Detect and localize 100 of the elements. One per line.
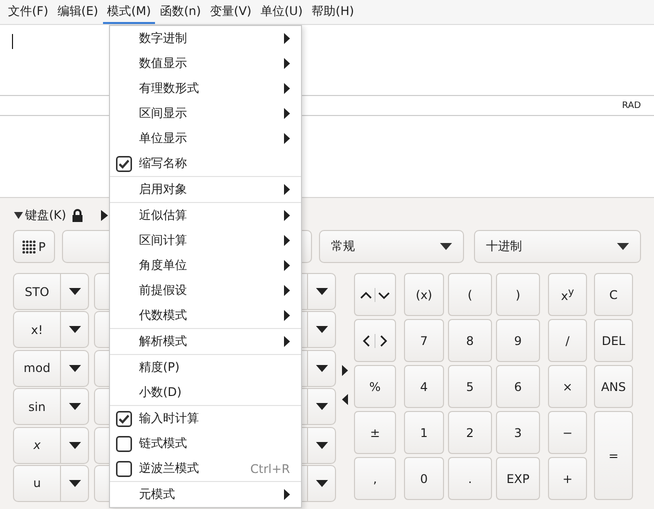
keypad-key[interactable]: ANS <box>594 365 633 408</box>
function-button[interactable]: STO <box>13 273 60 310</box>
dropdown-arrow-icon <box>617 243 629 250</box>
submenu-arrow-icon <box>284 336 290 347</box>
up-down-key[interactable] <box>354 273 396 316</box>
keypad-key[interactable]: 5 <box>448 365 492 408</box>
menu-item[interactable]: 小数(D) <box>110 380 301 405</box>
submenu-arrow-icon <box>284 133 290 144</box>
checkbox[interactable] <box>116 460 132 476</box>
menu-bar-item[interactable]: 帮助(H) <box>307 0 359 24</box>
caret-icon <box>68 480 80 487</box>
keypad-key[interactable]: ) <box>496 273 540 316</box>
menu-item[interactable]: 区间显示 <box>110 101 301 126</box>
menu-item[interactable]: 元模式 <box>110 482 301 507</box>
keypad-key[interactable]: . <box>448 457 492 500</box>
submenu-arrow-icon <box>284 235 290 246</box>
keypad-key[interactable]: − <box>548 411 587 454</box>
menu-item[interactable]: 有理数形式 <box>110 76 301 101</box>
keypad-key[interactable]: 7 <box>404 319 444 362</box>
menu-item[interactable]: 数字进制 <box>110 26 301 51</box>
keypad-key[interactable]: C <box>594 273 633 316</box>
dropdown-arrow-button[interactable] <box>307 350 336 387</box>
keypad-key[interactable]: = <box>594 411 633 500</box>
keypad-key[interactable]: , <box>354 457 396 500</box>
keypad-mode-button[interactable]: P <box>13 230 55 263</box>
menu-bar-item[interactable]: 函数(n) <box>155 0 206 24</box>
menu-item[interactable]: 逆波兰模式 Ctrl+R <box>110 456 301 481</box>
right-triangle-icon[interactable] <box>342 365 348 376</box>
keypad-key[interactable]: 0 <box>404 457 444 500</box>
menu-item[interactable]: 输入时计算 <box>110 406 301 431</box>
dropdown-arrow-button[interactable] <box>60 388 89 426</box>
keypad-key[interactable]: × <box>548 365 587 408</box>
lock-icon[interactable] <box>72 208 84 222</box>
submenu-arrow-icon <box>284 260 290 271</box>
text-cursor <box>12 34 13 49</box>
menu-item[interactable]: 单位显示 <box>110 126 301 151</box>
function-button[interactable]: u <box>13 464 60 502</box>
dropdown-arrow-button[interactable] <box>307 426 336 464</box>
menu-item[interactable]: 链式模式 <box>110 431 301 456</box>
keypad-key[interactable]: DEL <box>594 319 633 362</box>
submenu-arrow-icon <box>284 489 290 500</box>
keypad-key[interactable]: EXP <box>496 457 540 500</box>
keypad-key[interactable]: 8 <box>448 319 492 362</box>
dropdown-arrow-button[interactable] <box>307 464 336 502</box>
caret-icon <box>68 326 80 334</box>
dropdown[interactable]: 常规 <box>319 230 464 263</box>
dropdown-arrow-button[interactable] <box>60 311 89 348</box>
menu-item[interactable]: 代数模式 <box>110 303 301 328</box>
keypad-key[interactable]: 9 <box>496 319 540 362</box>
submenu-arrow-icon <box>284 58 290 69</box>
menu-bar-item[interactable]: 变量(V) <box>205 0 256 24</box>
keypad-key[interactable]: ( <box>448 273 492 316</box>
checkbox[interactable] <box>116 410 132 426</box>
collapse-triangle-icon[interactable] <box>14 212 23 218</box>
keypad-key[interactable]: 1 <box>404 411 444 454</box>
submenu-arrow-icon <box>284 310 290 321</box>
dropdown-arrow-button[interactable] <box>60 464 89 502</box>
menu-item[interactable]: 数值显示 <box>110 51 301 76</box>
caret-icon <box>68 364 80 372</box>
keypad-key[interactable]: (x) <box>404 273 444 316</box>
keypad-key[interactable]: 2 <box>448 411 492 454</box>
menu-item[interactable]: 启用对象 <box>110 177 301 202</box>
caret-icon <box>68 288 80 295</box>
menu-item[interactable]: 缩写名称 <box>110 151 301 176</box>
expand-triangle-icon[interactable] <box>101 210 108 220</box>
dropdown-arrow-button[interactable] <box>307 273 336 310</box>
checkbox[interactable] <box>116 156 132 172</box>
menu-bar-item[interactable]: 编辑(E) <box>52 0 103 24</box>
menu-item[interactable]: 前提假设 <box>110 278 301 303</box>
checkbox[interactable] <box>116 436 132 452</box>
left-triangle-icon[interactable] <box>342 394 348 405</box>
function-button[interactable]: x <box>13 426 60 464</box>
keypad-key[interactable]: 3 <box>496 411 540 454</box>
menu-bar-item[interactable]: 文件(F) <box>0 0 53 24</box>
keypad-key[interactable]: 6 <box>496 365 540 408</box>
keypad-toggle[interactable]: 键盘(K) <box>25 206 66 224</box>
function-button[interactable]: mod <box>13 350 60 387</box>
dropdown-arrow-button[interactable] <box>60 350 89 387</box>
function-button[interactable]: sin <box>13 388 60 426</box>
submenu-arrow-icon <box>284 33 290 44</box>
function-button[interactable]: x! <box>13 311 60 348</box>
menu-item[interactable]: 区间计算 <box>110 228 301 253</box>
menu-item[interactable]: 近似估算 <box>110 203 301 228</box>
dropdown-arrow-button[interactable] <box>307 311 336 348</box>
left-right-key[interactable] <box>354 319 396 362</box>
dropdown-arrow-button[interactable] <box>60 273 89 310</box>
keypad-key[interactable]: x$^{y}$ <box>548 273 587 316</box>
menu-item[interactable]: 解析模式 <box>110 329 301 354</box>
menu-item[interactable]: 精度(P) <box>110 355 301 380</box>
dropdown-arrow-button[interactable] <box>307 388 336 426</box>
menu-item[interactable]: 角度单位 <box>110 253 301 278</box>
menu-bar-item[interactable]: 单位(U) <box>256 0 308 24</box>
keypad-key[interactable]: 4 <box>404 365 444 408</box>
dropdown-arrow-button[interactable] <box>60 426 89 464</box>
caret-icon <box>68 403 80 410</box>
keypad-key[interactable]: / <box>548 319 587 362</box>
dropdown[interactable]: 十进制 <box>474 230 641 263</box>
keypad-key[interactable]: + <box>548 457 587 500</box>
keypad-key[interactable]: ± <box>354 411 396 454</box>
keypad-key[interactable]: % <box>354 365 396 408</box>
